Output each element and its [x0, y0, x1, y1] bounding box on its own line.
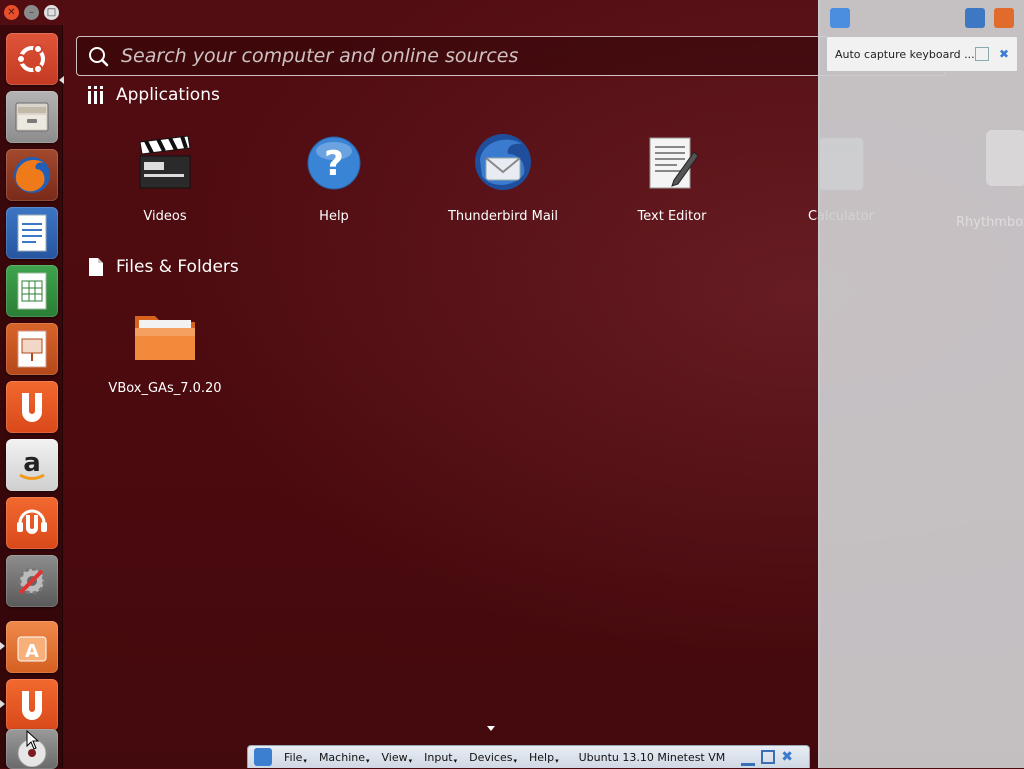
search-bar[interactable]: [76, 36, 946, 76]
minimize-window-button[interactable]: –: [24, 5, 39, 20]
app-videos[interactable]: Videos: [90, 131, 240, 224]
pin-icon[interactable]: [254, 748, 272, 766]
launcher-amazon[interactable]: a: [6, 439, 58, 491]
files-section-header[interactable]: Files & Folders: [88, 257, 239, 277]
menu-view[interactable]: View: [376, 751, 419, 764]
app-label: Thunderbird Mail: [447, 209, 559, 224]
launcher: a A: [0, 25, 64, 769]
ghost-app-label: Rhythmbox: [956, 215, 1024, 230]
firefox-icon: [14, 157, 50, 193]
files-section-title: Files & Folders: [116, 257, 239, 277]
files-icon: [15, 102, 49, 132]
menu-machine[interactable]: Machine: [313, 751, 376, 764]
ubuntu-one-music-icon: [17, 509, 47, 534]
dash-dropdown-arrow-icon[interactable]: [487, 726, 495, 731]
vm-name: Ubuntu 13.10 Minetest VM: [578, 750, 726, 764]
svg-text:a: a: [23, 448, 41, 478]
active-indicator: [59, 76, 64, 84]
launcher-firefox[interactable]: [6, 149, 58, 201]
launcher-calc[interactable]: [6, 265, 58, 317]
svg-text:A: A: [25, 641, 39, 662]
applications-section-title: Applications: [116, 85, 220, 105]
svg-text:?: ?: [324, 144, 344, 184]
restore-vm-icon[interactable]: [761, 750, 776, 764]
impress-icon: [17, 330, 47, 368]
virtualbox-menubar: File Machine View Input Devices Help Ubu…: [247, 745, 810, 768]
folder-vbox-gas[interactable]: VBox_GAs_7.0.20: [90, 303, 240, 396]
running-indicator: [0, 700, 5, 708]
app-thunderbird-mail[interactable]: Thunderbird Mail: [428, 131, 578, 224]
close-notifications-icon[interactable]: [994, 8, 1014, 28]
ubuntu-one-icon: [22, 393, 42, 422]
minimize-vm-icon[interactable]: [741, 749, 756, 766]
app-label: Help: [319, 209, 349, 224]
launcher-system-settings[interactable]: [6, 555, 58, 607]
software-center-icon: A: [17, 636, 47, 662]
launcher-ubuntu-dash[interactable]: [6, 33, 58, 85]
system-settings-icon: [18, 567, 46, 595]
menu-input[interactable]: Input: [418, 751, 463, 764]
close-window-button[interactable]: ✕: [4, 5, 19, 20]
launcher-ubuntu-one[interactable]: [6, 381, 58, 433]
notice-settings-icon[interactable]: [975, 47, 989, 61]
virtualbox-notification-panel: Auto capture keyboard ... ✖ Rhythmbox: [818, 0, 1024, 768]
ubuntu-logo-icon: [16, 44, 45, 74]
launcher-ubuntu-one-2[interactable]: [6, 679, 58, 731]
menu-devices[interactable]: Devices: [463, 751, 523, 764]
thunderbird-icon: [475, 134, 531, 190]
maximize-window-button[interactable]: □: [44, 5, 59, 20]
app-label: Videos: [143, 209, 187, 224]
text-editor-icon: [649, 137, 699, 189]
file-category-icon: [89, 258, 103, 276]
ubuntu-one-icon: [22, 691, 42, 720]
applications-category-icon: [88, 86, 103, 104]
close-vm-icon[interactable]: ✖: [781, 750, 795, 764]
notice-text: Auto capture keyboard ...: [835, 47, 975, 61]
folder-label: VBox_GAs_7.0.20: [108, 381, 222, 396]
writer-icon: [17, 214, 47, 252]
app-label: Text Editor: [637, 209, 707, 224]
app-help[interactable]: ? Help: [259, 131, 409, 224]
launcher-impress[interactable]: [6, 323, 58, 375]
launcher-software-center[interactable]: A: [6, 621, 58, 673]
mouse-cursor-icon: [26, 730, 40, 750]
notification-center-icon[interactable]: [830, 8, 850, 28]
folder-icon: [135, 316, 195, 360]
menu-help[interactable]: Help: [523, 751, 565, 764]
notice-close-icon[interactable]: ✖: [999, 48, 1011, 60]
running-indicator: [0, 642, 5, 650]
help-icon: ?: [307, 136, 361, 190]
video-clapper-icon: [139, 135, 191, 189]
search-icon: [89, 47, 109, 67]
applications-section-header[interactable]: Applications: [88, 85, 220, 105]
launcher-writer[interactable]: [6, 207, 58, 259]
menu-file[interactable]: File: [278, 751, 313, 764]
toggle-layout-icon[interactable]: [965, 8, 985, 28]
rhythmbox-icon: [986, 130, 1024, 186]
auto-capture-notice[interactable]: Auto capture keyboard ... ✖: [826, 36, 1018, 72]
calc-icon: [17, 272, 47, 310]
launcher-ubuntu-one-music[interactable]: [6, 497, 58, 549]
launcher-files[interactable]: [6, 91, 58, 143]
app-text-editor[interactable]: Text Editor: [597, 131, 747, 224]
window-controls: ✕ – □: [4, 5, 59, 20]
amazon-icon: a: [19, 448, 45, 480]
